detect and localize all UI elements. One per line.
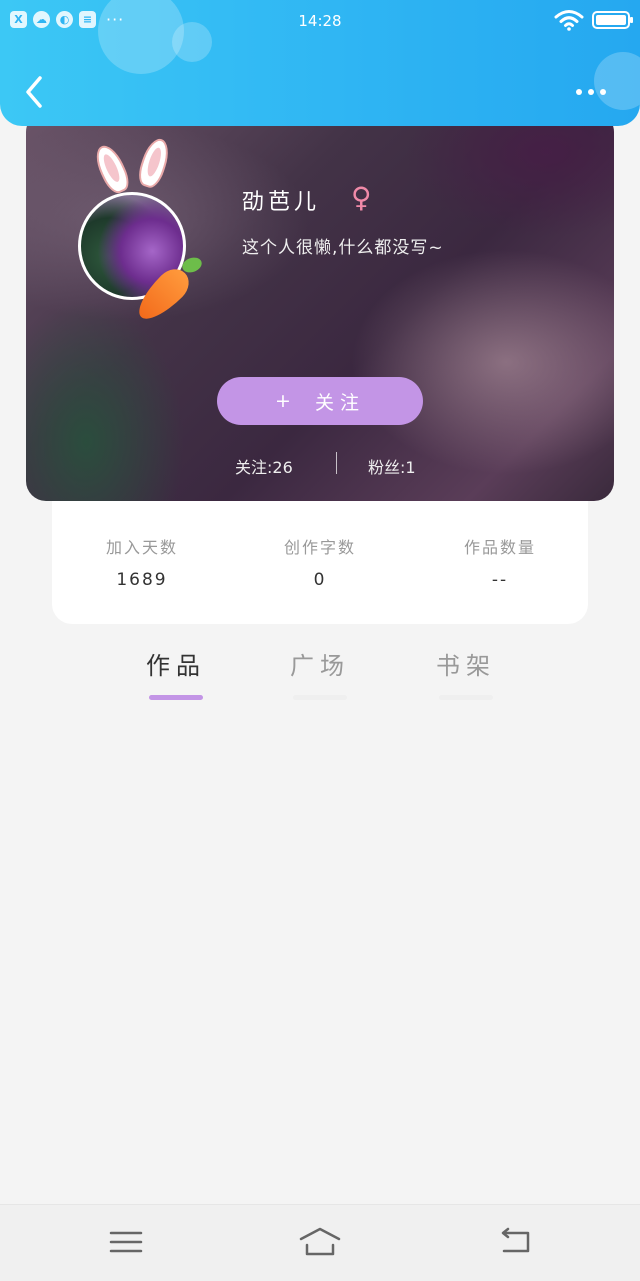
tab-indicator: [149, 695, 203, 700]
status-right: [554, 9, 633, 31]
stat-value: 0: [313, 570, 327, 590]
tab-indicator: [293, 695, 347, 700]
join-days-stat: 加入天数 1689: [62, 534, 222, 590]
tab-label: 广场: [290, 652, 350, 680]
profile-card: 劭芭儿 ♀ 这个人很懒,什么都没写~ + 关注 关注:26 粉丝:1: [26, 112, 614, 501]
return-icon[interactable]: [496, 1225, 536, 1259]
battery-icon: [592, 11, 633, 29]
plus-icon: +: [275, 390, 297, 412]
tab-works[interactable]: 作品: [126, 646, 226, 700]
follow-label: 关注: [314, 391, 365, 414]
home-icon[interactable]: [298, 1225, 342, 1259]
following-count[interactable]: 关注:26: [235, 454, 293, 478]
user-stats-card: 加入天数 1689 创作字数 0 作品数量 --: [52, 500, 588, 624]
stats-divider: [336, 452, 337, 474]
profile-tabs: 作品 广场 书架: [0, 646, 640, 706]
system-nav-bar: [0, 1204, 640, 1281]
stat-value: --: [491, 570, 509, 590]
back-button[interactable]: [22, 74, 48, 110]
top-header: X ☁ ◐ ≡ ··· 14:28: [0, 0, 640, 126]
tab-bookshelf[interactable]: 书架: [416, 646, 516, 700]
stat-label: 创作字数: [283, 538, 356, 557]
stat-label: 作品数量: [463, 538, 536, 557]
menu-icon[interactable]: [106, 1225, 146, 1259]
status-time: 14:28: [298, 12, 342, 30]
bunny-ear: [90, 141, 134, 197]
avatar-frame[interactable]: [78, 135, 218, 328]
stat-value: 1689: [116, 570, 168, 590]
tab-label: 作品: [146, 652, 206, 680]
female-icon: ♀: [351, 181, 372, 214]
wifi-icon: [554, 10, 584, 31]
bunny-ear: [134, 135, 174, 191]
tab-indicator: [439, 695, 493, 700]
follow-button[interactable]: + 关注: [217, 377, 423, 425]
tab-label: 书架: [436, 652, 496, 680]
user-bio: 这个人很懒,什么都没写~: [242, 238, 444, 258]
works-count-stat: 作品数量 --: [420, 534, 580, 590]
fans-count[interactable]: 粉丝:1: [368, 454, 416, 478]
more-button[interactable]: [574, 82, 610, 102]
word-count-stat: 创作字数 0: [240, 534, 400, 590]
follow-stats: 关注:26 粉丝:1: [26, 452, 614, 478]
username: 劭芭儿: [242, 190, 321, 215]
stat-label: 加入天数: [105, 538, 178, 557]
status-bar: X ☁ ◐ ≡ ··· 14:28: [0, 0, 640, 44]
tab-square[interactable]: 广场: [270, 646, 370, 700]
